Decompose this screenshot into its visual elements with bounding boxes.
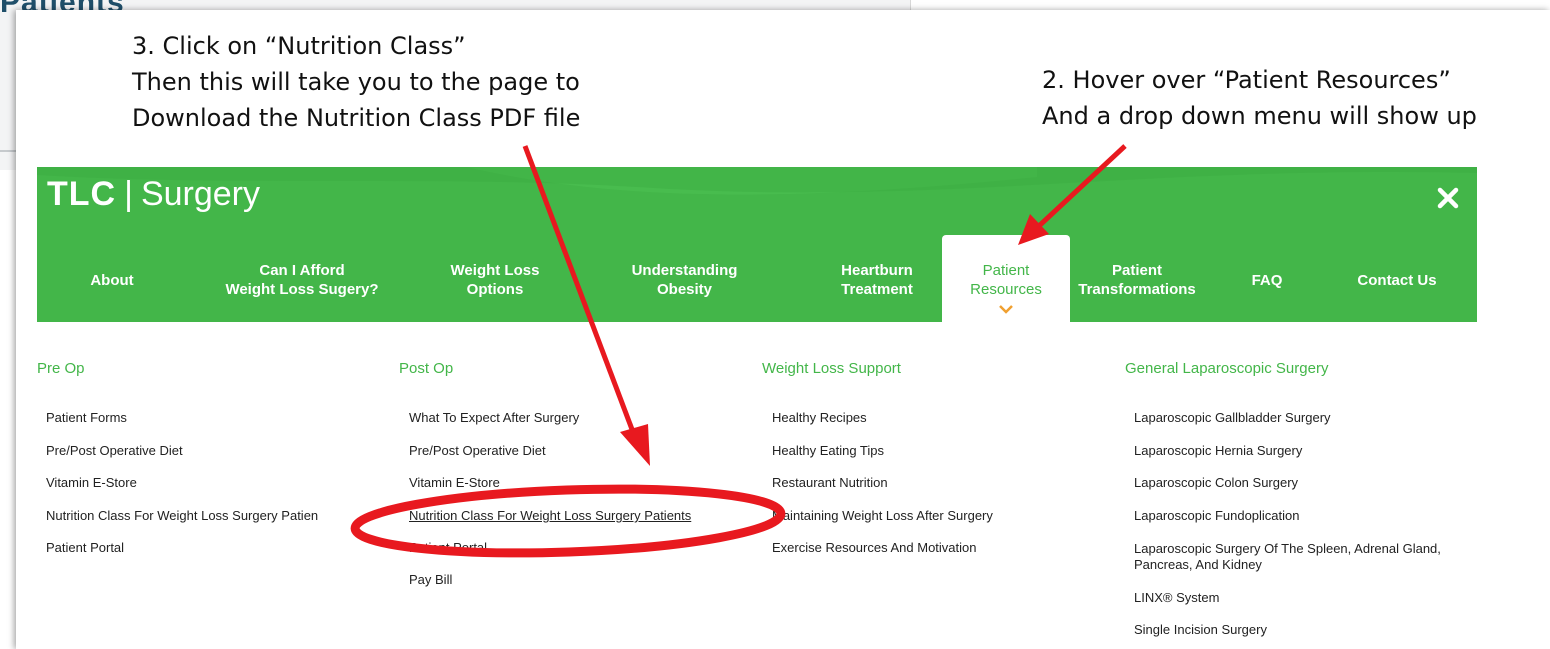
annotation-line: Then this will take you to the page to [132,68,580,96]
menu-link-linx-system[interactable]: LINX® System [1134,590,1219,605]
menu-heading-general-laparoscopic: General Laparoscopic Surgery [1125,360,1329,377]
nav-faq[interactable]: FAQ [1237,271,1297,290]
menu-link-what-to-expect[interactable]: What To Expect After Surgery [409,410,579,425]
nav-label: Can I Afford [259,262,345,279]
logo-brand: TLC [47,175,117,213]
menu-heading-weight-loss-support: Weight Loss Support [762,360,901,377]
nav-about[interactable]: About [77,271,147,290]
site-header: TLC | Surgery About Can I Afford Weight Lo… [37,167,1477,322]
annotation-line: 2. Hover over “Patient Resources” [1042,66,1451,94]
nav-label: Resources [970,281,1042,298]
menu-link-maintaining-weight-loss[interactable]: Maintaining Weight Loss After Surgery [772,508,993,523]
nav-heartburn-treatment[interactable]: Heartburn Treatment [822,261,932,299]
close-icon [1437,187,1459,209]
nav-label: Patient [1111,262,1162,279]
nav-label: Contact Us [1357,272,1437,289]
nav-label: Weight Loss [450,262,540,279]
nav-contact-us[interactable]: Contact Us [1342,271,1452,290]
nav-label: Patient [982,262,1030,279]
nav-patient-transformations[interactable]: Patient Transformations [1072,261,1202,299]
menu-link-patient-portal[interactable]: Patient Portal [46,540,124,555]
nav-patient-resources[interactable]: Patient Resources [942,235,1070,322]
menu-link-fundoplication[interactable]: Laparoscopic Fundoplication [1134,508,1300,523]
menu-link-vitamin-e-store[interactable]: Vitamin E-Store [409,475,500,490]
menu-link-patient-forms[interactable]: Patient Forms [46,410,127,425]
menu-link-spleen-adrenal-surgery[interactable]: Laparoscopic Surgery Of The Spleen, Adre… [1134,541,1454,573]
menu-link-pre-post-operative-diet[interactable]: Pre/Post Operative Diet [46,443,183,458]
annotation-line: And a drop down menu will show up [1042,102,1477,130]
menu-link-pre-post-operative-diet[interactable]: Pre/Post Operative Diet [409,443,546,458]
close-menu-button[interactable] [1435,185,1461,211]
menu-link-nutrition-class[interactable]: Nutrition Class For Weight Loss Surgery … [46,508,318,523]
nav-label: Understanding [631,262,738,279]
menu-link-exercise-resources[interactable]: Exercise Resources And Motivation [772,540,976,555]
menu-link-hernia-surgery[interactable]: Laparoscopic Hernia Surgery [1134,443,1302,458]
menu-link-colon-surgery[interactable]: Laparoscopic Colon Surgery [1134,475,1298,490]
menu-link-pay-bill[interactable]: Pay Bill [409,572,452,587]
menu-link-patient-portal[interactable]: Patient Portal [409,540,487,555]
nav-can-i-afford[interactable]: Can I Afford Weight Loss Sugery? [187,261,417,299]
nav-label: Transformations [1078,281,1196,298]
annotation-line: Download the Nutrition Class PDF file [132,104,581,132]
menu-link-healthy-recipes[interactable]: Healthy Recipes [772,410,867,425]
menu-link-gallbladder-surgery[interactable]: Laparoscopic Gallbladder Surgery [1134,410,1331,425]
chevron-down-icon [999,305,1013,314]
nav-label: Weight Loss Sugery? [225,281,379,298]
nav-weight-loss-options[interactable]: Weight Loss Options [435,261,555,299]
menu-link-vitamin-e-store[interactable]: Vitamin E-Store [46,475,137,490]
nav-label: Treatment [841,281,913,298]
menu-heading-post-op: Post Op [399,360,454,377]
nav-label: FAQ [1251,272,1283,289]
annotation-step-2: 2. Hover over “Patient Resources” And a … [1042,62,1477,134]
logo-name: Surgery [140,175,260,213]
nav-label: Options [466,281,524,298]
nav-label: Heartburn [841,262,913,279]
nav-understanding-obesity[interactable]: Understanding Obesity [617,261,752,299]
logo-divider: | [124,175,133,213]
annotation-line: 3. Click on “Nutrition Class” [132,32,466,60]
nav-label: About [90,272,134,289]
menu-link-healthy-eating-tips[interactable]: Healthy Eating Tips [772,443,884,458]
menu-link-restaurant-nutrition[interactable]: Restaurant Nutrition [772,475,888,490]
site-logo[interactable]: TLC | Surgery [47,171,260,217]
menu-heading-pre-op: Pre Op [37,360,85,377]
annotation-step-3: 3. Click on “Nutrition Class” Then this … [132,28,580,136]
menu-link-single-incision-surgery[interactable]: Single Incision Surgery [1134,622,1267,637]
menu-link-nutrition-class-hovered[interactable]: Nutrition Class For Weight Loss Surgery … [409,508,691,523]
nav-label: Obesity [656,281,713,298]
